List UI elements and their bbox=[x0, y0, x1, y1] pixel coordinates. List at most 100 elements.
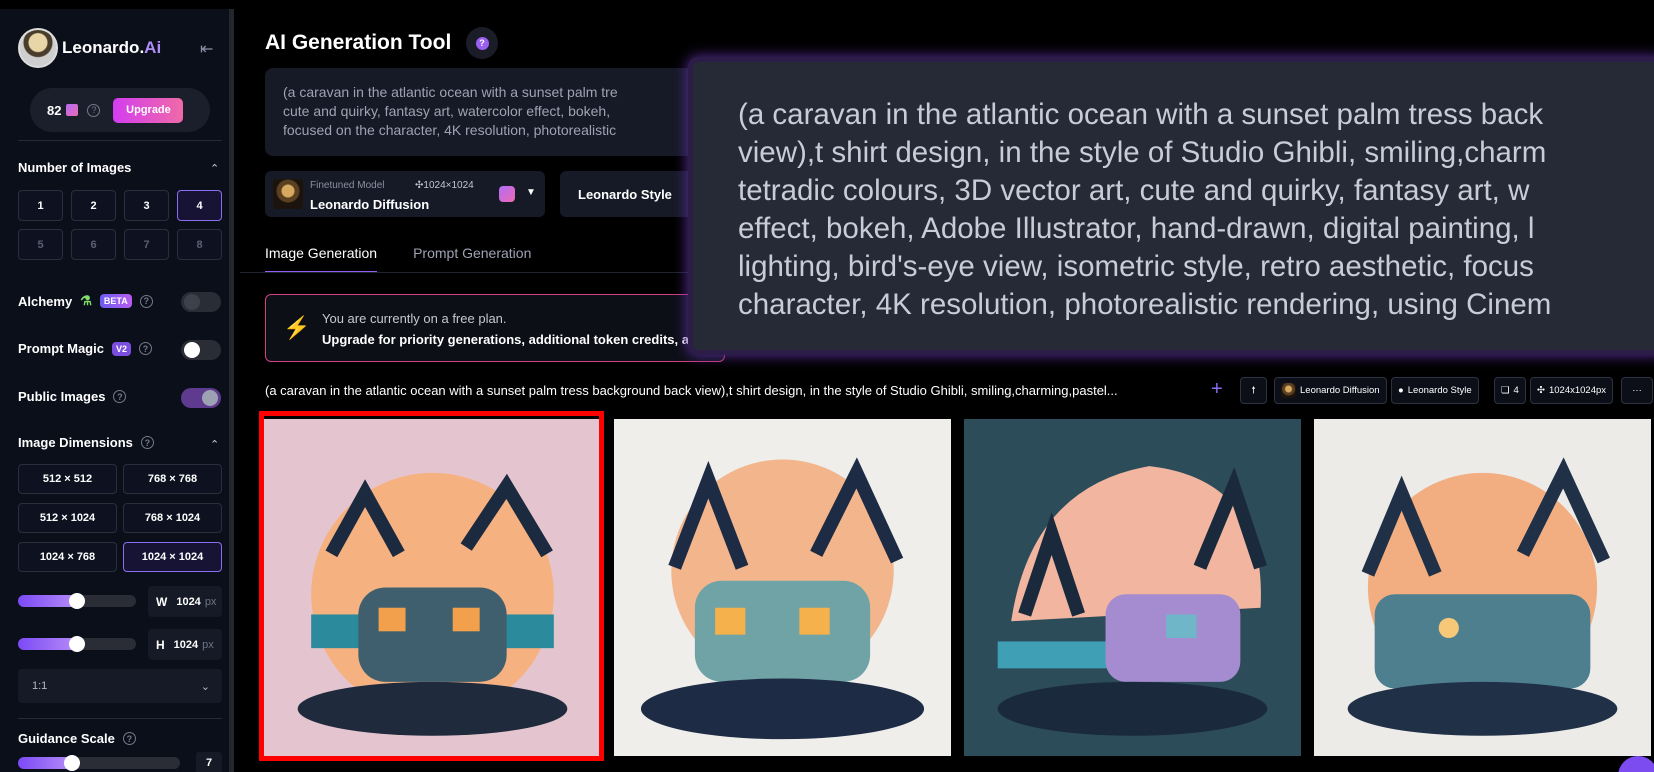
drop-icon: ● bbox=[1398, 385, 1404, 396]
public-images-toggle[interactable] bbox=[181, 388, 221, 408]
reuse-prompt-button[interactable]: 🠕 bbox=[1240, 377, 1267, 404]
prompt-tooltip: (a caravan in the atlantic ocean with a … bbox=[688, 57, 1654, 355]
guidance-help-icon[interactable]: ? bbox=[122, 732, 136, 745]
dimension-768x768[interactable]: 768 × 768 bbox=[123, 464, 222, 494]
tab-prompt-generation[interactable]: Prompt Generation bbox=[413, 245, 531, 273]
num-images-1[interactable]: 1 bbox=[18, 190, 63, 221]
prompt-line: (a caravan in the atlantic ocean with a … bbox=[283, 84, 618, 100]
count-chip[interactable]: ❏ 4 bbox=[1494, 377, 1526, 404]
public-images-label: Public Images ? bbox=[18, 389, 127, 404]
tooltip-line: view),t shirt design, in the style of St… bbox=[738, 136, 1547, 169]
tooltip-line: tetradic colours, 3D vector art, cute an… bbox=[738, 174, 1530, 207]
selected-image-outline bbox=[259, 411, 604, 761]
prompt-magic-label: Prompt Magic V2 ? bbox=[18, 341, 152, 356]
model-resolution: ✣1024×1024 bbox=[415, 180, 474, 191]
style-selector[interactable]: Leonardo Style bbox=[560, 171, 700, 217]
model-chip[interactable]: Leonardo Diffusion bbox=[1274, 377, 1387, 404]
alchemy-label: Alchemy ⚗ BETA ? bbox=[18, 293, 153, 309]
tab-image-generation[interactable]: Image Generation bbox=[265, 245, 378, 273]
chevron-down-icon[interactable]: ▼ bbox=[526, 187, 536, 198]
flask-icon: ⚗ bbox=[80, 293, 92, 308]
page-title: AI Generation Tool bbox=[265, 31, 452, 54]
divider bbox=[18, 718, 222, 719]
num-images-6[interactable]: 6 bbox=[71, 229, 116, 260]
caravan-image bbox=[1314, 419, 1651, 756]
style-chip[interactable]: ● Leonardo Style bbox=[1391, 377, 1479, 404]
logo[interactable]: Leonardo.Ai bbox=[18, 28, 161, 68]
prompt-line: cute and quirky, fantasy art, watercolor… bbox=[283, 103, 611, 119]
prompt-magic-help-icon[interactable]: ? bbox=[138, 342, 152, 355]
model-thumbnail bbox=[1281, 383, 1296, 398]
dimension-512x512[interactable]: 512 × 512 bbox=[18, 464, 117, 494]
images-icon: ❏ bbox=[1501, 385, 1510, 396]
chevron-up-icon[interactable]: ⌃ bbox=[210, 162, 219, 175]
height-field[interactable]: H 1024 px bbox=[148, 629, 222, 660]
divider bbox=[18, 140, 222, 141]
model-edit-icon[interactable] bbox=[499, 186, 515, 202]
tab-bar: Image Generation Prompt Generation bbox=[265, 245, 531, 273]
generated-image-2[interactable] bbox=[614, 419, 951, 756]
generated-image-3[interactable] bbox=[964, 419, 1301, 756]
guidance-value[interactable]: 7 bbox=[196, 752, 222, 772]
credits-help-icon[interactable]: ? bbox=[87, 103, 101, 117]
collapse-sidebar-icon[interactable]: ⇤ bbox=[200, 39, 213, 59]
model-label: Finetuned Model bbox=[310, 180, 385, 191]
generated-image-4[interactable] bbox=[1314, 419, 1651, 756]
credits-count: 82 bbox=[47, 102, 62, 118]
size-chip[interactable]: ✣ 1024x1024px bbox=[1530, 377, 1614, 404]
dimensions-help-icon[interactable]: ? bbox=[140, 436, 154, 449]
lightning-icon: ⚡ bbox=[283, 315, 311, 340]
dimension-1024x768[interactable]: 1024 × 768 bbox=[18, 542, 117, 572]
num-images-5[interactable]: 5 bbox=[18, 229, 63, 260]
generation-prompt[interactable]: (a caravan in the atlantic ocean with a … bbox=[265, 383, 1118, 398]
tooltip-line: effect, bokeh, Adobe Illustrator, hand-d… bbox=[738, 212, 1535, 245]
add-prompt-icon[interactable]: + bbox=[1211, 378, 1223, 401]
prompt-magic-toggle[interactable] bbox=[181, 340, 221, 360]
width-slider[interactable] bbox=[18, 593, 136, 609]
tooltip-line: character, 4K resolution, photorealistic… bbox=[738, 288, 1552, 321]
v2-badge: V2 bbox=[111, 341, 131, 356]
brand-name: Leonardo.Ai bbox=[62, 38, 162, 57]
arrow-up-icon: 🠕 bbox=[1251, 384, 1256, 396]
tooltip-line: lighting, bird's-eye view, isometric sty… bbox=[738, 250, 1534, 283]
number-of-images-title: Number of Images bbox=[18, 160, 132, 175]
num-images-3[interactable]: 3 bbox=[124, 190, 169, 221]
chevron-down-icon: ⌄ bbox=[200, 680, 210, 693]
width-field[interactable]: W 1024 px bbox=[148, 586, 222, 617]
alchemy-help-icon[interactable]: ? bbox=[139, 294, 153, 308]
chat-support-icon[interactable] bbox=[1618, 756, 1654, 772]
credits-panel: 82 ? Upgrade bbox=[30, 88, 210, 132]
public-images-help-icon[interactable]: ? bbox=[113, 390, 127, 403]
model-name: Leonardo Diffusion bbox=[310, 197, 430, 212]
move-icon: ✣ bbox=[1537, 385, 1545, 396]
num-images-2[interactable]: 2 bbox=[71, 190, 116, 221]
free-plan-text: You are currently on a free plan. bbox=[322, 311, 507, 326]
free-plan-banner: ⚡ You are currently on a free plan. Upgr… bbox=[265, 294, 725, 362]
help-icon: ? bbox=[475, 36, 489, 50]
upgrade-button[interactable]: Upgrade bbox=[113, 97, 184, 123]
caravan-image bbox=[614, 419, 951, 756]
image-dimensions-title: Image Dimensions ? bbox=[18, 435, 154, 450]
aspect-ratio-select[interactable]: 1:1 ⌄ bbox=[18, 669, 222, 703]
beta-badge: BETA bbox=[99, 294, 132, 308]
chevron-up-icon[interactable]: ⌃ bbox=[210, 438, 219, 451]
num-images-7[interactable]: 7 bbox=[124, 229, 169, 260]
num-images-4[interactable]: 4 bbox=[177, 190, 222, 221]
guidance-slider[interactable] bbox=[18, 755, 180, 771]
guidance-scale-title: Guidance Scale ? bbox=[18, 731, 136, 746]
prompt-line: focused on the character, 4K resolution,… bbox=[283, 122, 617, 138]
height-slider[interactable] bbox=[18, 636, 136, 652]
dimension-1024x1024[interactable]: 1024 × 1024 bbox=[123, 542, 222, 572]
more-options-button[interactable]: ··· bbox=[1621, 377, 1653, 404]
model-selector[interactable]: Finetuned Model ✣1024×1024 Leonardo Diff… bbox=[265, 171, 545, 217]
prompt-input[interactable]: (a caravan in the atlantic ocean with a … bbox=[265, 68, 695, 156]
alchemy-toggle[interactable] bbox=[181, 292, 221, 312]
token-icon bbox=[66, 104, 79, 116]
tooltip-line: (a caravan in the atlantic ocean with a … bbox=[738, 98, 1544, 131]
title-help-button[interactable]: ? bbox=[466, 27, 498, 59]
num-images-8[interactable]: 8 bbox=[177, 229, 222, 260]
free-plan-upgrade-text[interactable]: Upgrade for priority generations, additi… bbox=[322, 332, 689, 347]
dimension-512x1024[interactable]: 512 × 1024 bbox=[18, 503, 117, 533]
caravan-image bbox=[964, 419, 1301, 756]
dimension-768x1024[interactable]: 768 × 1024 bbox=[123, 503, 222, 533]
